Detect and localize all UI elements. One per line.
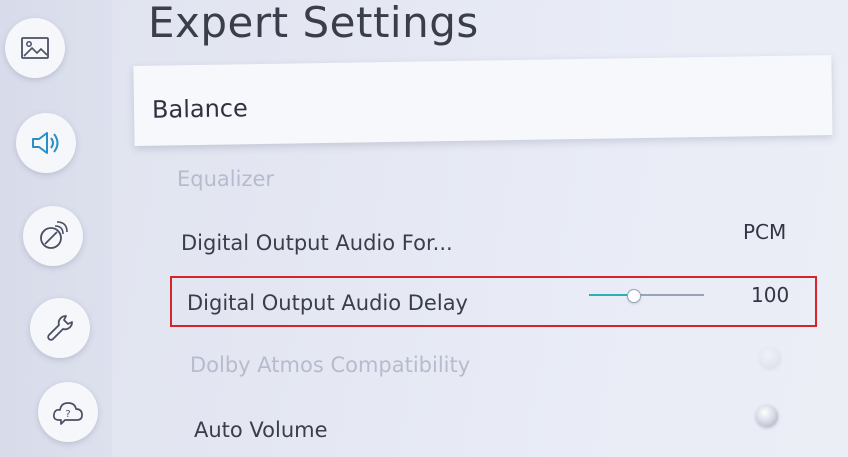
delay-slider-thumb[interactable] — [626, 289, 641, 303]
sidebar-item-general[interactable] — [30, 298, 90, 358]
auto-volume-toggle[interactable] — [756, 405, 778, 427]
digital-output-delay-value: 100 — [751, 283, 790, 307]
menu-item-auto-volume[interactable]: Auto Volume — [194, 418, 328, 442]
menu-item-digital-output-delay[interactable]: Digital Output Audio Delay — [187, 291, 468, 315]
sidebar-item-broadcasting[interactable] — [23, 206, 83, 266]
sidebar-item-sound[interactable] — [16, 113, 76, 173]
menu-item-dolby-atmos: Dolby Atmos Compatibility — [190, 353, 471, 377]
menu-item-balance[interactable]: Balance — [133, 55, 833, 146]
sidebar-item-support[interactable]: ? — [38, 382, 98, 442]
page-title: Expert Settings — [148, 0, 479, 47]
menu-item-equalizer: Equalizer — [177, 167, 275, 191]
help-cloud-icon: ? — [53, 402, 83, 425]
wrench-icon — [47, 315, 73, 341]
sidebar-item-picture[interactable] — [5, 18, 65, 78]
menu-item-digital-output-format[interactable]: Digital Output Audio For... — [181, 231, 453, 255]
menu-item-balance-label: Balance — [151, 94, 248, 124]
picture-icon — [21, 37, 49, 59]
dolby-atmos-toggle — [759, 347, 781, 369]
speaker-icon — [32, 132, 59, 154]
satellite-dish-icon — [40, 221, 68, 249]
svg-text:?: ? — [65, 409, 70, 420]
digital-output-format-value: PCM — [743, 220, 787, 244]
delay-slider[interactable] — [589, 289, 704, 303]
sidebar: ? — [0, 0, 112, 457]
